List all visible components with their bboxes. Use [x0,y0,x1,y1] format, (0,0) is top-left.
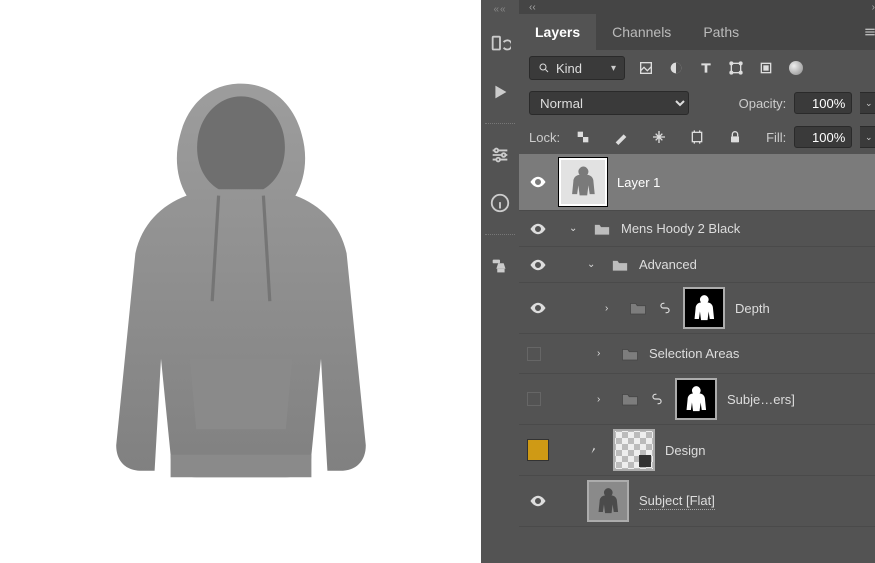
filter-kind-label: Kind [556,61,582,76]
document-canvas[interactable] [0,0,481,563]
mask-thumbnail[interactable] [683,287,725,329]
clone-stamp-icon[interactable] [481,247,519,285]
right-panel-wrap: «« ‹‹›› Layers Channels Paths [481,0,875,563]
filter-type-icon[interactable] [697,59,715,77]
layer-name[interactable]: Depth [735,301,875,316]
layer-name[interactable]: Layer 1 [617,175,875,190]
visibility-toggle[interactable] [527,297,549,319]
panel-collapse-bar[interactable]: ‹‹›› [519,0,875,14]
smart-object-thumbnail[interactable] [613,429,655,471]
layer-name[interactable]: Selection Areas [649,346,875,361]
opacity-value[interactable]: 100% [794,92,852,114]
mask-thumbnail[interactable] [675,378,717,420]
search-icon [538,62,550,74]
fill-stepper[interactable]: ⌄ [860,126,875,148]
visibility-toggle[interactable] [527,171,549,193]
tab-channels[interactable]: Channels [596,14,687,50]
disclosure-right-icon[interactable]: › [597,348,611,359]
layer-name[interactable]: Advanced [639,257,875,272]
clip-icon[interactable] [587,442,603,458]
layer-subject-flat[interactable]: Subject [Flat] [519,476,875,527]
lock-position-icon[interactable] [650,128,668,146]
fill-label: Fill: [766,130,786,145]
actions-icon[interactable] [481,25,519,63]
filter-smart-icon[interactable] [757,59,775,77]
filter-pixel-icon[interactable] [637,59,655,77]
layer-selection-areas[interactable]: › Selection Areas [519,334,875,374]
link-mask-icon[interactable] [649,391,665,407]
panel-toolstrip: «« [481,0,519,563]
lock-all-icon[interactable] [726,128,744,146]
panel-tabs: Layers Channels Paths [519,14,875,50]
layers-panel: ‹‹›› Layers Channels Paths Kind ▾ [519,0,875,563]
layer-filter-row: Kind ▾ [519,50,875,86]
visibility-toggle-off[interactable] [527,347,541,361]
layer-name[interactable]: Subje…ers] [727,392,875,407]
folder-icon [611,257,629,273]
info-icon[interactable] [481,184,519,222]
layer-group-advanced[interactable]: ⌄ Advanced [519,247,875,283]
layer-design[interactable]: Design [519,425,875,476]
visibility-toggle[interactable] [527,218,549,240]
layer-depth[interactable]: › Depth [519,283,875,334]
opacity-stepper[interactable]: ⌄ [860,92,875,114]
layer-thumbnail[interactable] [587,480,629,522]
layer-group-main[interactable]: ⌄ Mens Hoody 2 Black [519,211,875,247]
layers-list[interactable]: Layer 1 ⌄ Mens Hoody 2 Black ⌄ Advanced … [519,154,875,563]
filter-shape-icon[interactable] [727,59,745,77]
disclosure-down-icon[interactable]: ⌄ [569,223,583,234]
lock-row: Lock: Fill: 100% ⌄ [519,120,875,154]
play-icon[interactable] [481,73,519,111]
folder-icon [629,300,647,316]
disclosure-right-icon[interactable]: › [605,303,619,314]
hoodie-artwork [81,62,401,502]
layer-color-swatch[interactable] [527,439,549,461]
visibility-toggle-off[interactable] [527,392,541,406]
chevron-down-icon: ▾ [611,63,616,74]
tab-layers[interactable]: Layers [519,14,596,50]
panel-grab-icon[interactable]: «« [493,4,506,15]
folder-icon [621,391,639,407]
lock-transparency-icon[interactable] [574,128,592,146]
layer-name[interactable]: Design [665,443,875,458]
lock-artboard-icon[interactable] [688,128,706,146]
tab-paths[interactable]: Paths [687,14,755,50]
layer-subjects[interactable]: › Subje…ers] [519,374,875,425]
visibility-toggle[interactable] [527,254,549,276]
opacity-label: Opacity: [739,96,787,111]
disclosure-right-icon[interactable]: › [597,394,611,405]
lock-label: Lock: [529,130,560,145]
blend-mode-select[interactable]: Normal [529,91,689,115]
lock-pixels-icon[interactable] [612,128,630,146]
blend-row: Normal Opacity: 100% ⌄ [519,86,875,120]
visibility-toggle[interactable] [527,490,549,512]
disclosure-down-icon[interactable]: ⌄ [587,259,601,270]
fill-value[interactable]: 100% [794,126,852,148]
folder-icon [593,221,611,237]
layer-thumbnail[interactable] [559,158,607,206]
adjustments-icon[interactable] [481,136,519,174]
folder-icon [621,346,639,362]
layer-name[interactable]: Mens Hoody 2 Black [621,221,875,236]
filter-toggle-icon[interactable] [787,59,805,77]
filter-adjustment-icon[interactable] [667,59,685,77]
link-mask-icon[interactable] [657,300,673,316]
layer-name[interactable]: Subject [Flat] [639,493,875,510]
layer-filter-kind[interactable]: Kind ▾ [529,56,625,80]
panel-menu-icon[interactable] [858,20,875,44]
layer-layer1[interactable]: Layer 1 [519,154,875,211]
